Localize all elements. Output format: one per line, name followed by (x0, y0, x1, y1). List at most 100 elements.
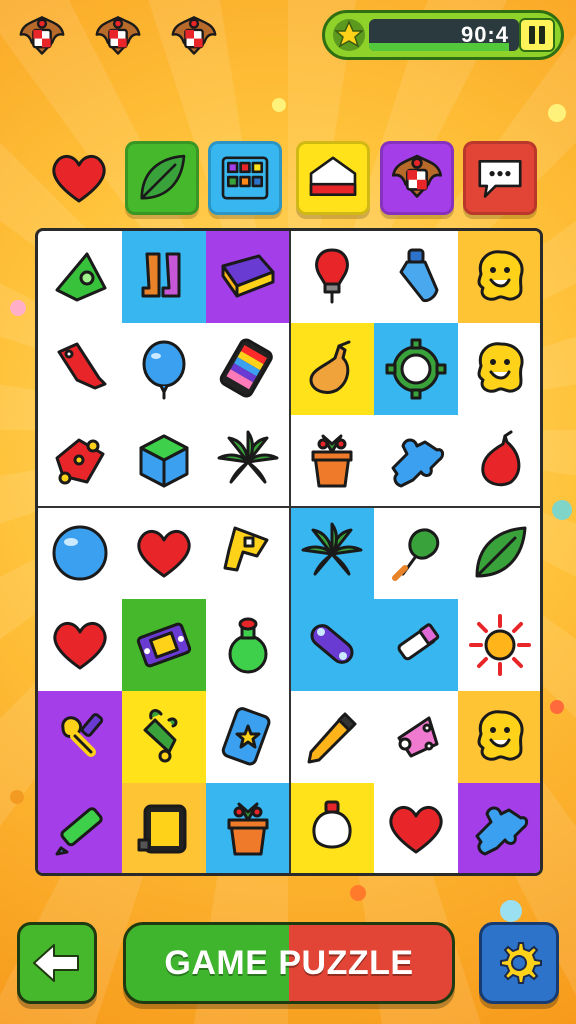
tube-icon (397, 623, 440, 661)
blob-face-icon (477, 250, 524, 301)
board-tile[interactable] (122, 507, 206, 599)
category-garuda[interactable] (380, 141, 454, 215)
settings-button[interactable] (479, 922, 559, 1004)
category-heart[interactable] (42, 141, 116, 215)
timer-panel: 90:4 (322, 10, 564, 60)
kite-icon (397, 716, 439, 758)
board-tile[interactable] (458, 231, 540, 323)
board-tile[interactable] (122, 691, 206, 783)
pacifier-icon (61, 713, 104, 757)
category-speech-bubble[interactable] (463, 141, 537, 215)
confetti-dot (500, 900, 522, 922)
arrow-left-icon (33, 944, 79, 982)
timer-bar: 90:4 (369, 19, 519, 51)
board-tile[interactable] (290, 323, 374, 415)
sun-icon (469, 614, 531, 676)
board-tile[interactable] (206, 415, 290, 507)
board-tile[interactable] (290, 415, 374, 507)
boots-icon (141, 252, 181, 298)
board-tile[interactable] (374, 599, 458, 691)
board-tile[interactable] (290, 231, 374, 323)
board-tile[interactable] (290, 783, 374, 873)
board-tile[interactable] (374, 323, 458, 415)
potion-icon (228, 617, 268, 674)
timer-text: 90:4 (460, 22, 509, 47)
board-tile[interactable] (206, 783, 290, 873)
puzzle-piece-icon (391, 438, 445, 488)
back-button[interactable] (17, 922, 97, 1004)
grid-icon (221, 156, 269, 200)
board-tile[interactable] (38, 507, 122, 599)
category-grid[interactable] (208, 141, 282, 215)
blob-face-icon (477, 710, 524, 761)
board-tile[interactable] (458, 323, 540, 415)
board-tile[interactable] (458, 783, 540, 873)
board-tile[interactable] (122, 783, 206, 873)
board-tile[interactable] (38, 415, 122, 507)
crayon-icon (55, 807, 103, 856)
confetti-dot (350, 885, 366, 901)
book-icon (221, 254, 275, 298)
board-tile[interactable] (122, 323, 206, 415)
board-tile[interactable] (374, 231, 458, 323)
triangle-block-icon (55, 252, 107, 302)
board-tile[interactable] (458, 507, 540, 599)
drop-icon (481, 430, 521, 487)
game-puzzle-button[interactable]: GAME PUZZLE (123, 922, 455, 1004)
board-divider (38, 506, 540, 508)
board-tile[interactable] (290, 507, 374, 599)
plant-icon (217, 430, 279, 484)
ball-icon (52, 525, 108, 581)
board-tile[interactable] (290, 691, 374, 783)
board-tile[interactable] (38, 783, 122, 873)
board-tile[interactable] (458, 415, 540, 507)
category-leaf[interactable] (125, 141, 199, 215)
gear-icon (500, 942, 542, 984)
board-tile[interactable] (206, 323, 290, 415)
price-tag-icon (57, 342, 107, 390)
heart-icon (389, 806, 443, 854)
leaf-icon (140, 154, 186, 200)
board-tile[interactable] (458, 599, 540, 691)
heart-icon (52, 155, 106, 203)
category-flag[interactable] (296, 141, 370, 215)
garuda-emblem-icon (162, 8, 226, 66)
puzzle-board (35, 228, 543, 876)
bulb-icon (315, 248, 349, 304)
heart-icon (137, 530, 191, 578)
key-block-icon (223, 526, 269, 572)
board-tile[interactable] (206, 691, 290, 783)
confetti-dot (272, 98, 286, 112)
board-tile[interactable] (374, 783, 458, 873)
tablet-icon (137, 804, 187, 854)
board-tile[interactable] (458, 691, 540, 783)
star-icon (333, 19, 365, 51)
confetti-dot (552, 500, 572, 520)
cube-icon (139, 434, 189, 488)
board-tile[interactable] (206, 507, 290, 599)
board-tile[interactable] (122, 415, 206, 507)
board-tile[interactable] (374, 507, 458, 599)
pause-button[interactable] (519, 18, 555, 52)
board-tile[interactable] (290, 599, 374, 691)
board-tile[interactable] (206, 599, 290, 691)
board-tile[interactable] (374, 415, 458, 507)
lightbulb-icon (312, 800, 352, 849)
heart-icon (53, 622, 107, 670)
puzzle-piece-icon (475, 806, 529, 856)
game-puzzle-label: GAME PUZZLE (164, 943, 414, 982)
blob-face-icon (477, 342, 524, 393)
board-tile[interactable] (38, 323, 122, 415)
board-tile[interactable] (38, 599, 122, 691)
board-tile[interactable] (38, 691, 122, 783)
flag-icon (309, 156, 357, 197)
board-tile[interactable] (206, 231, 290, 323)
broccoli-icon (392, 528, 440, 581)
console-icon (136, 622, 192, 668)
board-tile[interactable] (122, 599, 206, 691)
phone-icon (219, 338, 273, 398)
gourd-icon (309, 340, 351, 394)
board-tile[interactable] (122, 231, 206, 323)
board-tile[interactable] (374, 691, 458, 783)
board-tile[interactable] (38, 231, 122, 323)
